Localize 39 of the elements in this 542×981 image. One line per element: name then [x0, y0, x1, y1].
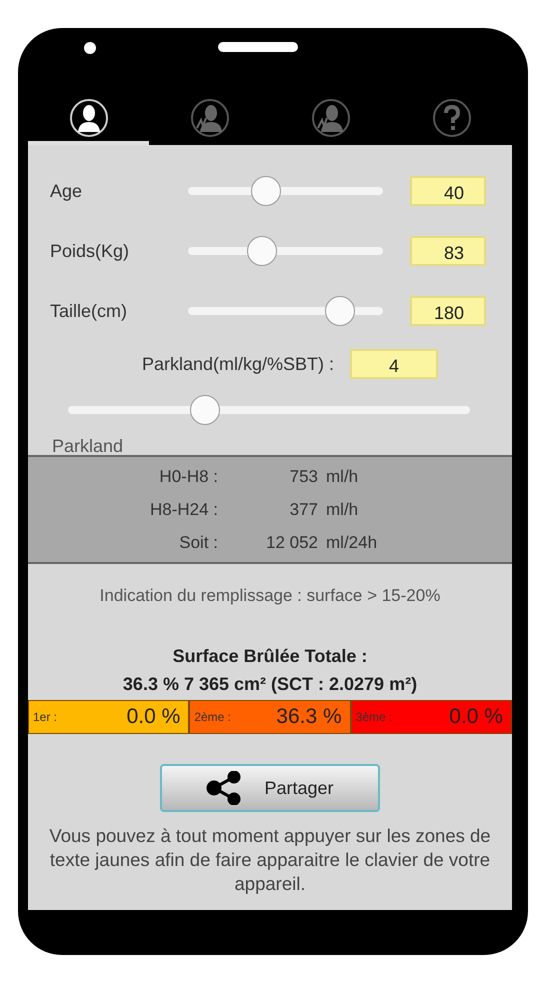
slider-thumb[interactable] — [247, 236, 278, 266]
person-pulse-icon — [310, 98, 350, 138]
field-label: Age — [50, 180, 84, 202]
field-label: Poids(Kg) — [50, 240, 130, 262]
result-label: H0-H8 : — [158, 466, 218, 486]
person-icon — [68, 98, 108, 138]
slider-thumb[interactable] — [251, 176, 281, 206]
camera-dot — [84, 42, 96, 54]
result-unit: ml/h — [325, 466, 360, 486]
person-pulse-icon — [190, 98, 230, 138]
degree-value: 36.3 % — [276, 705, 342, 729]
section-caption: Parkland — [52, 435, 124, 455]
indication-text: Indication du remplissage : surface > 15-20% — [98, 586, 442, 606]
total-title: Surface Brûlée Totale : — [172, 645, 368, 668]
share-icon — [206, 771, 242, 805]
result-label: H8-H24 : — [148, 500, 218, 520]
value-field[interactable]: 4 — [350, 349, 438, 379]
result-value: 753 — [288, 466, 318, 486]
help-icon — [432, 98, 472, 138]
result-value: 12 052 — [265, 532, 318, 552]
value-field[interactable]: 180 — [410, 296, 486, 326]
degree-value: 0.0 % — [449, 705, 503, 729]
result-value: 377 — [288, 500, 318, 520]
total-value: 36.3 % 7 365 cm² (SCT : 2.0279 m²) — [122, 673, 418, 696]
degree-label: 1er : — [33, 710, 58, 724]
field-label: Taille(cm) — [50, 300, 128, 322]
degree-label: 3ème : — [356, 710, 392, 724]
value-field[interactable]: 40 — [410, 176, 486, 206]
result-unit: ml/24h — [325, 532, 378, 552]
result-label: Soit : — [178, 532, 218, 552]
share-button[interactable]: Partager — [160, 764, 380, 812]
degree-label: 2ème : — [194, 710, 232, 724]
field-label: Parkland(ml/kg/%SBT) : — [142, 354, 334, 374]
slider-thumb[interactable] — [325, 296, 356, 326]
help-paragraph: Vous pouvez à tout moment appuyer sur les zones de texte jaunes afin de faire apparaitre le clavier de votre appareil. — [48, 824, 492, 896]
degree-value: 0.0 % — [126, 705, 180, 729]
slider-thumb[interactable] — [190, 395, 220, 425]
result-unit: ml/h — [325, 500, 360, 520]
value-field[interactable]: 83 — [410, 236, 486, 266]
